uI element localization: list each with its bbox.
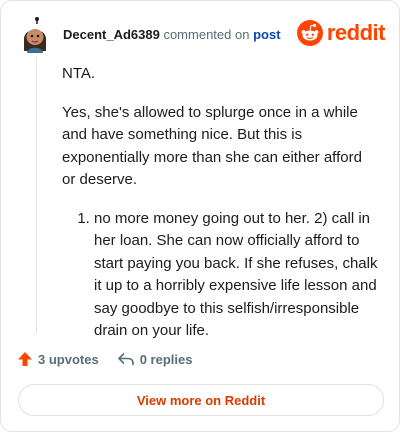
reddit-wordmark: reddit xyxy=(326,20,386,45)
comment-header: Decent_Ad6389 commented on post reddit xyxy=(17,15,386,53)
thread-line xyxy=(36,57,37,333)
upvote-arrow-icon xyxy=(18,352,32,366)
reply-count: 0 replies xyxy=(139,351,193,367)
reddit-logo[interactable]: reddit xyxy=(296,19,386,47)
embedded-comment-card: Decent_Ad6389 commented on post reddit N… xyxy=(0,0,400,432)
author-name[interactable]: Decent_Ad6389 xyxy=(63,27,160,42)
view-more-button[interactable]: View more on Reddit xyxy=(18,384,384,416)
comment-byline: Decent_Ad6389 commented on post xyxy=(63,27,281,42)
comment-list: no more money going out to her. 2) call … xyxy=(62,208,378,343)
comment-paragraph: NTA. xyxy=(62,65,96,82)
comment-list-item: no more money going out to her. 2) call … xyxy=(94,208,378,343)
comment-actions: 3 upvotes 0 replies xyxy=(17,347,192,371)
post-link[interactable]: post xyxy=(253,27,280,42)
upvote-button[interactable]: 3 upvotes xyxy=(17,351,99,367)
comment-body: NTA. Yes, she's allowed to splurge once … xyxy=(62,63,378,343)
comment-paragraph: Yes, she's allowed to splurge once in a … xyxy=(62,103,362,189)
reply-button[interactable]: 0 replies xyxy=(117,351,193,367)
avatar[interactable] xyxy=(17,17,53,53)
byline-action-text: commented on xyxy=(163,27,250,42)
upvote-count: 3 upvotes xyxy=(38,351,99,367)
reddit-snoo-icon xyxy=(296,20,323,46)
reply-arrow-icon xyxy=(117,353,134,366)
